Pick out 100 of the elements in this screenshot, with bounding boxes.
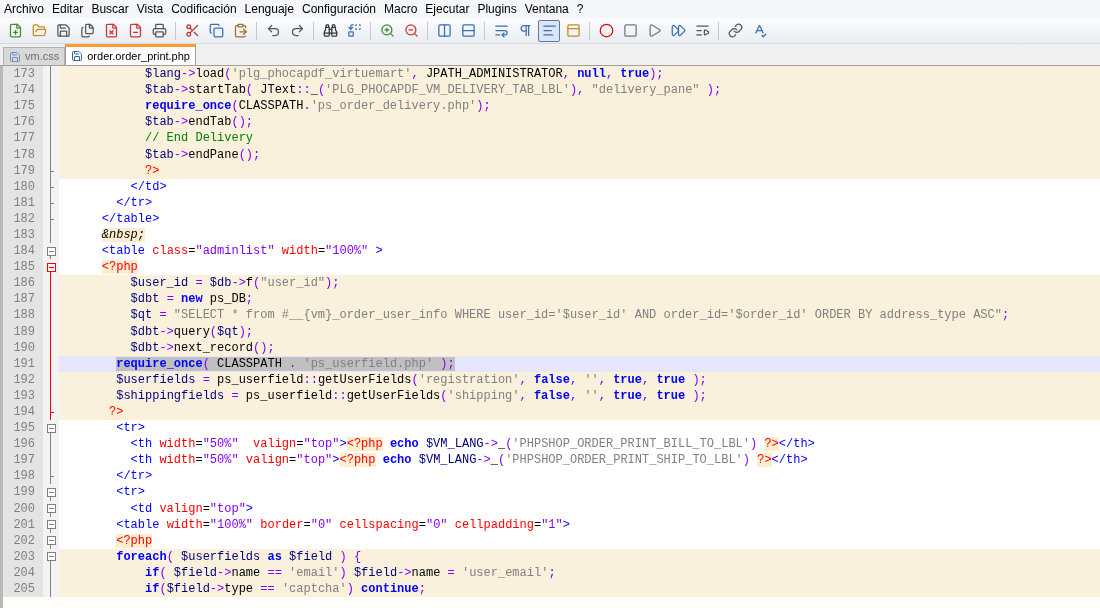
code-line: <tr> (115, 484, 146, 501)
line-number: 200 (13, 500, 35, 517)
fold-toggle-icon[interactable] (46, 504, 56, 514)
replace-icon (346, 23, 362, 38)
record-icon (598, 23, 614, 38)
line-number: 205 (13, 581, 35, 598)
line-number: 186 (13, 275, 35, 292)
cut-icon (184, 23, 200, 38)
line-number: 174 (13, 82, 35, 99)
columns-icon (436, 23, 452, 38)
menu-item[interactable]: ? (572, 0, 588, 18)
file-tab[interactable]: order.order_print.php (65, 44, 196, 65)
line-number: 183 (13, 227, 35, 243)
code-line: $tab->endTab(); (144, 114, 254, 131)
menu-item[interactable]: Lenguaje (240, 0, 298, 18)
new-file-icon (7, 23, 23, 38)
menu-item[interactable]: Configuración (297, 0, 380, 18)
line-number: 188 (13, 307, 35, 324)
code-line: <th width="50%" valign="top"><?php echo $VM_LANG->_('PHPSHOP_ORDER_PRINT_SHIP_TO_LBL') ?></th> (129, 452, 808, 469)
line-number: 176 (13, 114, 35, 131)
menu-item[interactable]: Vista (132, 0, 168, 18)
code-line: $tab->startTab( JText::_('PLG_PHOCAPDF_VM_DELIVERY_TAB_LBL'), "delivery_pane" ); (144, 82, 722, 99)
file-tab[interactable]: vm.css (3, 47, 66, 65)
code-line: </table> (100, 210, 160, 227)
close-file-icon (103, 23, 119, 38)
line-number: 189 (13, 323, 35, 340)
line-number: 191 (13, 355, 35, 372)
wrap-text-icon (493, 23, 509, 38)
line-number: 201 (13, 516, 35, 533)
close-all-icon (127, 23, 143, 38)
line-number: 202 (13, 532, 35, 549)
rows-icon (460, 23, 476, 38)
file-icon (9, 50, 21, 63)
code-line: <table class="adminlist" width="100%" > (100, 243, 383, 260)
menu-item[interactable]: Plugins (473, 0, 521, 18)
code-line: <tr> (115, 420, 146, 437)
code-line: <th width="50%" valign="top"><?php echo $VM_LANG->_('PHPSHOP_ORDER_PRINT_BILL_TO_LBL') ?></th> (129, 436, 815, 453)
line-number: 195 (13, 420, 35, 437)
line-number: 198 (13, 468, 35, 485)
save-all-icon (79, 23, 95, 38)
code-line: if( $field->name == 'email') $field->name = 'user_email'; (144, 564, 556, 581)
line-number: 177 (13, 130, 35, 147)
line-number: 203 (13, 548, 35, 565)
undo-icon (265, 23, 281, 38)
line-number: 181 (13, 194, 35, 211)
code-line: $qt = "SELECT * from #__{vm}_order_user_info WHERE user_id='$user_id' AND order_id='$order_id' ORDER BY address_type ASC"; (129, 307, 1010, 324)
save-icon (55, 23, 71, 38)
fast-forward-icon (670, 23, 686, 38)
code-line: $dbt = new ps_DB; (129, 291, 254, 308)
line-number: 199 (13, 484, 35, 501)
pilcrow-icon (517, 23, 533, 38)
menu-item[interactable]: Macro (380, 0, 422, 18)
fold-toggle-icon[interactable] (46, 552, 56, 562)
fold-toggle-icon[interactable] (46, 246, 56, 256)
menu-item[interactable]: Archivo (0, 0, 48, 18)
line-number: 194 (13, 404, 35, 420)
binoculars-icon (322, 23, 338, 38)
code-line: </tr> (115, 468, 153, 485)
fold-toggle-icon[interactable] (46, 423, 56, 433)
menu-item[interactable]: Ejecutar (421, 0, 474, 18)
line-number: 175 (13, 98, 35, 115)
menu-item[interactable]: Editar (48, 0, 88, 18)
code-line: if($field->type == 'captcha') continue; (144, 581, 426, 598)
link-icon (727, 23, 743, 38)
play-icon (646, 23, 662, 38)
playlist-icon (694, 23, 710, 38)
code-line: </td> (129, 178, 167, 195)
redo-icon (289, 23, 305, 38)
stop-icon (622, 23, 638, 38)
line-number: 196 (13, 436, 35, 453)
fold-toggle-icon[interactable] (46, 520, 56, 530)
zoom-out-icon (403, 23, 419, 38)
line-number: 197 (13, 452, 35, 469)
indent-guide-icon (541, 23, 557, 38)
line-number: 190 (13, 339, 35, 356)
line-number: 187 (13, 291, 35, 308)
line-number: 184 (13, 243, 35, 260)
code-line: $dbt->next_record(); (129, 339, 275, 356)
code-line: foreach( $userfields as $field ) { (115, 548, 362, 565)
print-icon (151, 23, 167, 38)
zoom-in-icon (379, 23, 395, 38)
line-number: 179 (13, 162, 35, 179)
fold-toggle-icon[interactable] (46, 536, 56, 546)
code-line: <td valign="top"> (129, 500, 254, 517)
fold-toggle-icon[interactable] (46, 262, 56, 272)
fold-toggle-icon[interactable] (46, 488, 56, 497)
code-line: $user_id = $db->f("user_id"); (129, 275, 340, 292)
code-line: $lang->load('plg_phocapdf_virtuemart', JPATH_ADMINISTRATOR, null, true); (144, 66, 664, 83)
panel-icon (565, 23, 581, 38)
menu-item[interactable]: Ventana (520, 0, 573, 18)
code-line: $shippingfields = ps_userfield::getUserFields('shipping', false, '', true, true ); (115, 387, 707, 404)
copy-icon (208, 23, 224, 38)
line-number: 173 (13, 66, 35, 83)
code-line: require_once(CLASSPATH.'ps_order_delivery.php'); (144, 98, 491, 115)
menu-item[interactable]: Codificación (167, 0, 241, 18)
menu-item[interactable]: Buscar (87, 0, 133, 18)
line-number: 204 (13, 564, 35, 581)
code-line: $tab->endPane(); (144, 146, 261, 163)
code-line: $userfields = ps_userfield::getUserFields('registration', false, '', true, true ); (115, 371, 707, 388)
line-number: 180 (13, 178, 35, 195)
